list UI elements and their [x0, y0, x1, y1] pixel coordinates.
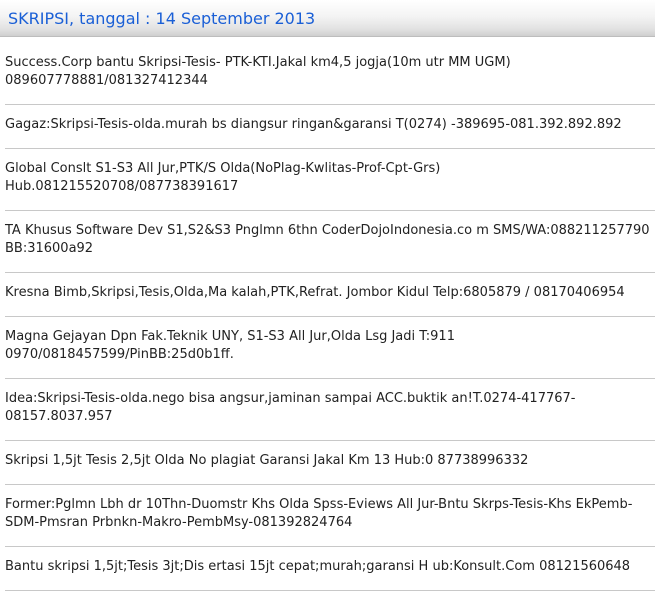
listing-text-line-1: Skripsi 1,5jt Tesis 2,5jt Olda No plagia… — [5, 453, 529, 468]
divider — [5, 210, 655, 211]
divider — [5, 378, 655, 379]
listing-item[interactable]: Success.Corp bantu Skripsi-Tesis- PTK-KT… — [5, 54, 655, 90]
listing-text-line-2: 08157.8037.957 — [5, 409, 113, 424]
listing-text-line-1: Global Conslt S1-S3 All Jur,PTK/S Olda(N… — [5, 161, 441, 176]
listing-text-line-2: SDM-Pmsran Prbnkn-Makro-PembMsy-08139282… — [5, 515, 353, 530]
divider — [5, 590, 655, 591]
divider — [5, 316, 655, 317]
listing-item[interactable]: Bantu skripsi 1,5jt;Tesis 3jt;Dis ertasi… — [5, 558, 655, 576]
listing-text-line-1: Kresna Bimb,Skripsi,Tesis,Olda,Ma kalah,… — [5, 285, 625, 300]
divider — [5, 546, 655, 547]
listing-text-line-1: Idea:Skripsi-Tesis-olda.nego bisa angsur… — [5, 391, 576, 406]
listing-text-line-1: TA Khusus Software Dev S1,S2&S3 Pnglmn 6… — [5, 223, 650, 238]
listing-text-line-1: Success.Corp bantu Skripsi-Tesis- PTK-KT… — [5, 55, 511, 70]
listing-item[interactable]: Former:Pglmn Lbh dr 10Thn-Duomstr Khs Ol… — [5, 496, 655, 532]
page-title: SKRIPSI, tanggal : 14 September 2013 — [8, 9, 316, 28]
listing-text-line-2: BB:31600a92 — [5, 241, 94, 256]
listing-item[interactable]: TA Khusus Software Dev S1,S2&S3 Pnglmn 6… — [5, 222, 655, 258]
listing-text-line-1: Magna Gejayan Dpn Fak.Teknik UNY, S1-S3 … — [5, 329, 455, 344]
listing-item[interactable]: Global Conslt S1-S3 All Jur,PTK/S Olda(N… — [5, 160, 655, 196]
listing-text-line-2: 0970/0818457599/PinBB:25d0b1ff. — [5, 347, 234, 362]
divider — [5, 104, 655, 105]
listing-item[interactable]: Skripsi 1,5jt Tesis 2,5jt Olda No plagia… — [5, 452, 655, 470]
listing-item[interactable]: Magna Gejayan Dpn Fak.Teknik UNY, S1-S3 … — [5, 328, 655, 364]
listing-text-line-2: Hub.081215520708/087738391617 — [5, 179, 239, 194]
listing-text-line-2: 089607778881/081327412344 — [5, 73, 208, 88]
listing-item[interactable]: Kresna Bimb,Skripsi,Tesis,Olda,Ma kalah,… — [5, 284, 655, 302]
listing-text-line-1: Gagaz:Skripsi-Tesis-olda.murah bs diangs… — [5, 117, 622, 132]
divider — [5, 484, 655, 485]
divider — [5, 440, 655, 441]
listing-text-line-1: Former:Pglmn Lbh dr 10Thn-Duomstr Khs Ol… — [5, 497, 633, 512]
listing-text-line-1: Bantu skripsi 1,5jt;Tesis 3jt;Dis ertasi… — [5, 559, 631, 574]
listing-item[interactable]: Idea:Skripsi-Tesis-olda.nego bisa angsur… — [5, 390, 655, 426]
divider — [5, 272, 655, 273]
page-header: SKRIPSI, tanggal : 14 September 2013 — [0, 0, 655, 37]
divider — [5, 148, 655, 149]
listing-item[interactable]: Gagaz:Skripsi-Tesis-olda.murah bs diangs… — [5, 116, 655, 134]
